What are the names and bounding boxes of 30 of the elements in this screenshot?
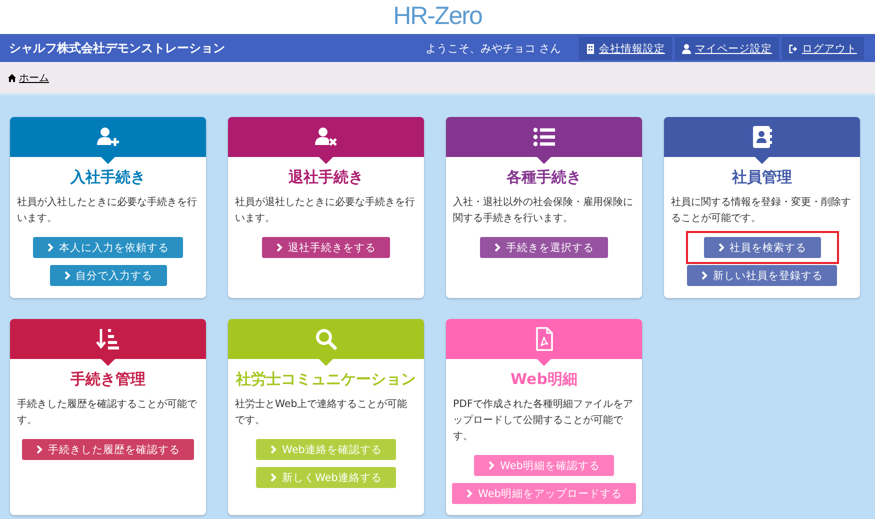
nav-link[interactable]: 会社情報設定 (579, 37, 672, 60)
action-button[interactable]: 自分で入力する (50, 265, 166, 286)
action-button[interactable]: 手続きを選択する (480, 237, 608, 258)
card-title: 入社手続き (70, 168, 146, 187)
action-button[interactable]: 社員を検索する (704, 237, 820, 258)
nav-link[interactable]: マイページ設定 (675, 37, 779, 60)
card-description: 社員に関する情報を登録・変更・削除することが可能です。 (670, 196, 852, 226)
welcome-text: ようこそ、みやチョコ さん (426, 40, 561, 56)
action-button[interactable]: 退社手続きをする (262, 237, 390, 258)
card-description: 入社・退社以外の社会保険・雇用保険に関する手続きを行います。 (452, 196, 634, 226)
action-button[interactable]: 手続きした履歴を確認する (22, 439, 194, 460)
card-title: 社員管理 (732, 168, 792, 187)
logo: HR-Zero (393, 1, 482, 31)
card-description: PDFで作成された各種明細ファイルをアップロードして公開することが可能です。 (452, 398, 634, 444)
card-description: 社員が入社したときに必要な手続きを行います。 (16, 196, 198, 226)
card-title: 社労士コミュニケーション (236, 370, 416, 389)
card-title: 手続き管理 (70, 370, 146, 389)
nav-link[interactable]: ログアウト (782, 37, 864, 60)
company-name: シャルフ株式会社デモンストレーション (8, 40, 226, 56)
card-description: 手続きした履歴を確認することが可能です。 (16, 398, 198, 428)
action-button[interactable]: Web明細をアップロードする (452, 483, 636, 504)
card-description: 社労士とWeb上で連絡することが可能です。 (234, 398, 408, 428)
breadcrumb-link[interactable]: ホーム (19, 70, 49, 84)
action-button[interactable]: 本人に入力を依頼する (33, 237, 183, 258)
card-description: 社員が退社したときに必要な手続きを行います。 (234, 196, 416, 226)
action-button[interactable]: 新しい社員を登録する (687, 265, 837, 286)
action-button[interactable]: Web明細を確認する (474, 455, 614, 476)
card-title: 各種手続き (506, 168, 582, 187)
card-title: Web明細 (510, 370, 578, 389)
card-title: 退社手続き (288, 168, 364, 187)
